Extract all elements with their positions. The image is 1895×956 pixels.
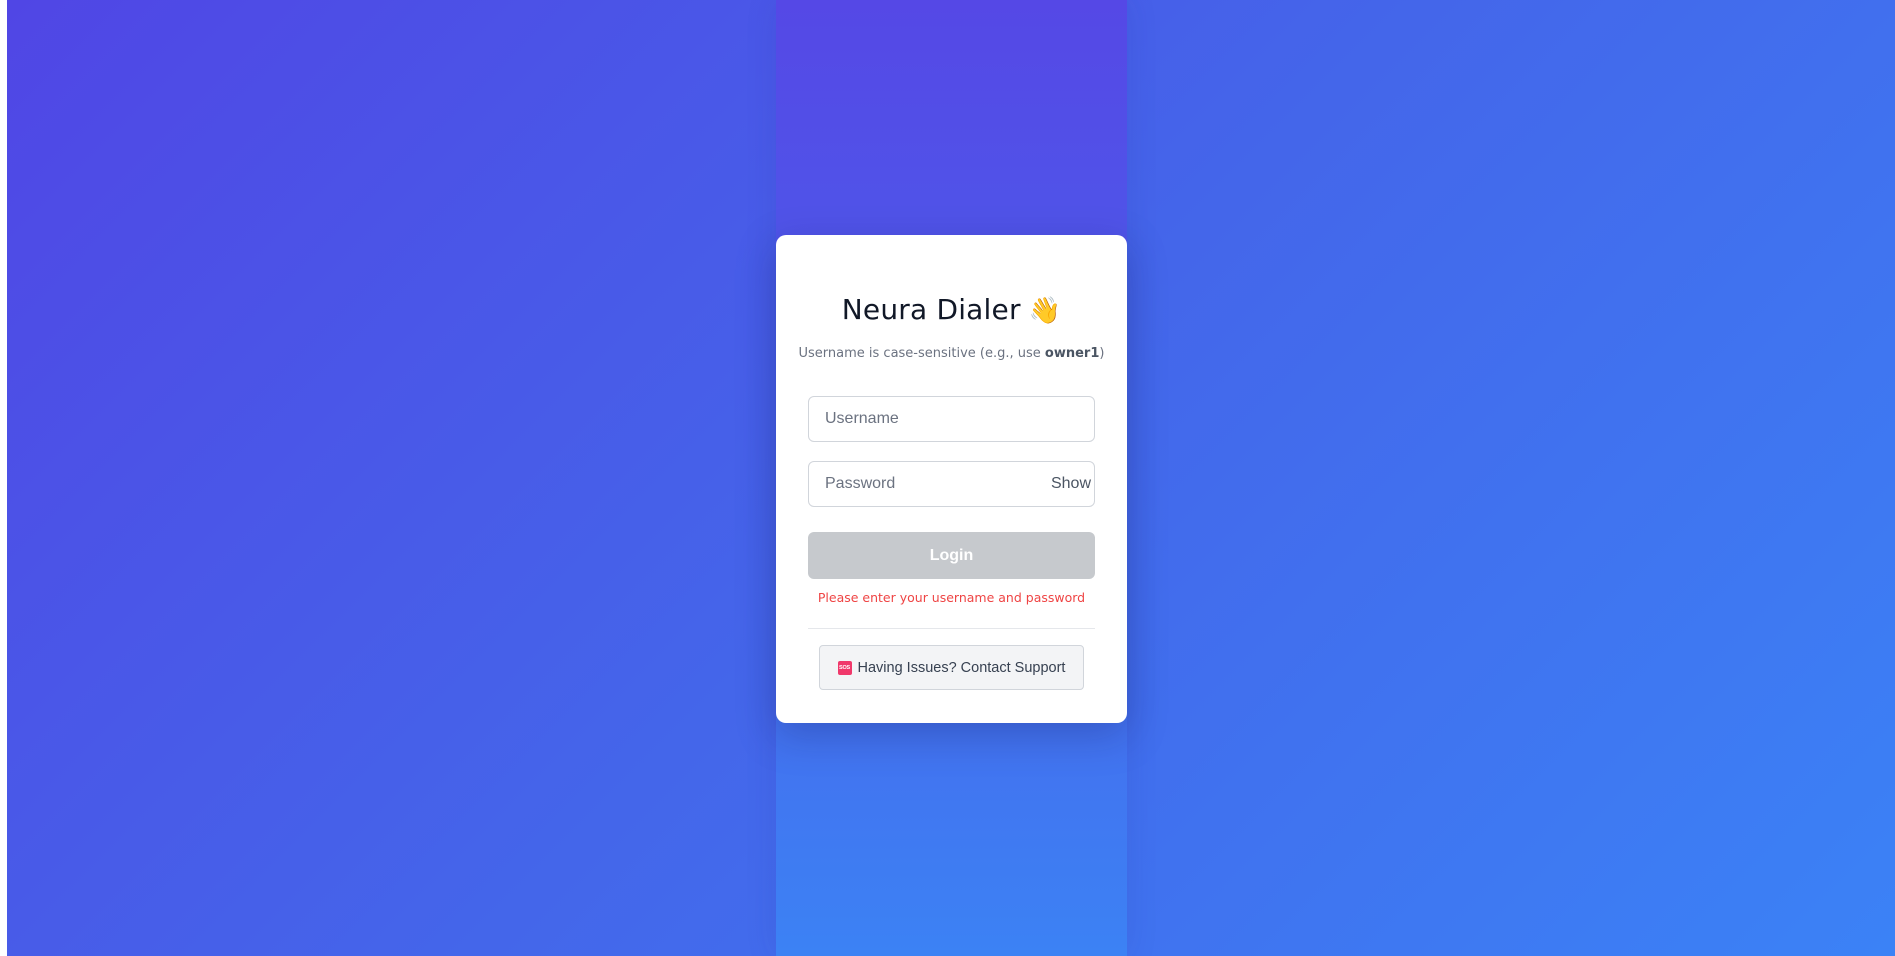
username-field[interactable] <box>808 396 1095 442</box>
contact-support-label: Having Issues? Contact Support <box>857 659 1066 676</box>
password-field[interactable]: Show <box>808 461 1095 507</box>
divider <box>808 628 1095 629</box>
username-hint: Username is case-sensitive (e.g., use ow… <box>776 346 1127 361</box>
hint-example: owner1 <box>1044 346 1100 361</box>
error-message: Please enter your username and password <box>817 590 1086 605</box>
username-input[interactable] <box>809 397 1094 441</box>
app-title-text: Neura Dialer <box>841 293 1021 326</box>
waving-hand-icon: 👋 <box>1028 296 1062 326</box>
login-card: Neura Dialer 👋 Username is case-sensitive… <box>776 235 1127 723</box>
hint-suffix: ) <box>1099 346 1105 361</box>
login-button[interactable]: Login <box>808 532 1095 579</box>
hint-prefix: Username is case-sensitive (e.g., use <box>798 346 1045 361</box>
sos-icon: SOS <box>837 660 852 675</box>
show-password-toggle[interactable]: Show <box>1051 462 1091 506</box>
contact-support-button[interactable]: SOS Having Issues? Contact Support <box>819 645 1084 690</box>
page-title: Neura Dialer 👋 <box>776 293 1127 326</box>
